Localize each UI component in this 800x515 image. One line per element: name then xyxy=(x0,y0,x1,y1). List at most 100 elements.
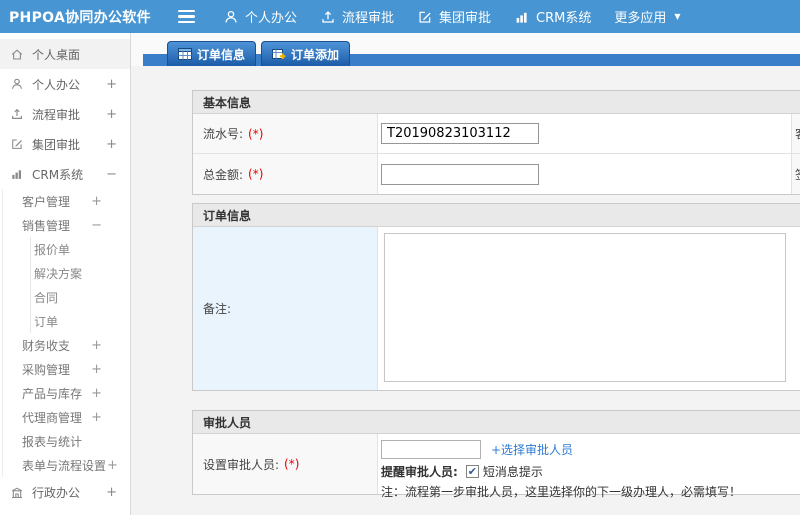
app-window: PHPOA协同办公软件 个人办公 流程审批 集团审批 CRM系统 更多应用 ▼ xyxy=(0,0,800,515)
form-content: 基本信息 流水号: (*) 客 总金额: xyxy=(131,66,800,515)
remark-textarea[interactable] xyxy=(384,233,786,382)
person-icon xyxy=(225,10,237,23)
nav-label: 个人办公 xyxy=(245,11,298,26)
serial-field-cell xyxy=(378,114,792,153)
nav-crm-system[interactable]: CRM系统 xyxy=(514,7,591,26)
sales-submenu: 报价单 解决方案 合同 订单 xyxy=(30,237,130,333)
chart-icon xyxy=(12,170,22,179)
sidebar-item-label: 报价单 xyxy=(34,242,71,257)
expand-marker: + xyxy=(91,361,102,377)
total-amount-field-cell xyxy=(378,154,792,194)
sidebar-item-label: 流程审批 xyxy=(32,107,81,122)
form-row-serial: 流水号: (*) 客 xyxy=(193,114,800,154)
expand-marker: + xyxy=(91,409,102,425)
field-label: 设置审批人员: xyxy=(203,457,280,472)
sidebar-item-label: CRM系统 xyxy=(32,167,84,182)
sidebar-item-workflow-approval[interactable]: 流程审批 + xyxy=(0,99,130,129)
sidebar-item-admin-office[interactable]: 行政办公 + xyxy=(0,477,130,507)
remark-label-cell: 备注: xyxy=(193,227,378,390)
sidebar-item-label: 表单与流程设置 xyxy=(22,458,107,473)
sidebar-item-label: 产品与库存 xyxy=(22,386,83,401)
expand-marker: + xyxy=(106,136,117,152)
section-approvers: 审批人员 设置审批人员: (*) +选择审批人员 提醒审批人员: ✔ 短消息提示… xyxy=(192,410,800,499)
approver-input[interactable] xyxy=(381,440,481,459)
sidebar-item-order[interactable]: 订单 xyxy=(31,309,130,333)
remind-approver-label: 提醒审批人员: xyxy=(381,465,458,479)
required-marker: (*) xyxy=(284,457,300,471)
sidebar-item-label: 个人办公 xyxy=(32,77,81,92)
expand-marker: + xyxy=(91,193,102,209)
sidebar-item-finance[interactable]: 财务收支 + xyxy=(3,333,130,357)
section-basic-info: 基本信息 流水号: (*) 客 总金额: xyxy=(192,90,800,195)
sidebar-item-label: 财务收支 xyxy=(22,338,71,353)
total-amount-label-cell: 总金额: (*) xyxy=(193,154,378,194)
nav-label: 流程审批 xyxy=(342,11,395,26)
sidebar-item-label: 客户管理 xyxy=(22,194,71,209)
hamburger-menu-icon[interactable] xyxy=(178,10,195,23)
sidebar-item-contract[interactable]: 合同 xyxy=(31,285,130,309)
sms-checkbox[interactable]: ✔ xyxy=(465,465,479,478)
sidebar: 个人桌面 个人办公 + 流程审批 + 集团审批 + CRM系统 − 客户管理 +… xyxy=(0,33,131,515)
edit-icon xyxy=(12,139,22,149)
nav-label: 集团审批 xyxy=(439,11,492,26)
sidebar-item-solution[interactable]: 解决方案 xyxy=(31,261,130,285)
chart-icon xyxy=(516,12,527,23)
topbar: PHPOA协同办公软件 个人办公 流程审批 集团审批 CRM系统 更多应用 ▼ xyxy=(0,0,800,33)
tab-order-info[interactable]: 订单信息 xyxy=(167,41,257,66)
tab-bar: 订单信息 订单添加 xyxy=(131,33,800,66)
sidebar-item-customer-management[interactable]: 客户管理 + xyxy=(3,189,130,213)
sidebar-item-sales-management[interactable]: 销售管理 − xyxy=(3,213,130,237)
serial-label-cell: 流水号: (*) xyxy=(193,114,378,153)
expand-marker: + xyxy=(106,106,117,122)
upload-icon xyxy=(322,10,334,23)
nav-group-approval[interactable]: 集团审批 xyxy=(417,7,491,26)
nav-workflow-approval[interactable]: 流程审批 xyxy=(320,7,394,26)
sidebar-item-agent-management[interactable]: 代理商管理 + xyxy=(3,405,130,429)
nav-label: CRM系统 xyxy=(536,11,592,26)
main-area: 订单信息 订单添加 基本信息 流水号: (*) T20190823103112 … xyxy=(131,33,800,515)
field-label: 备注: xyxy=(203,302,232,316)
section-title: 基本信息 xyxy=(193,91,800,114)
expand-marker: − xyxy=(91,217,102,233)
sidebar-item-label: 代理商管理 xyxy=(22,410,83,425)
choose-approver-link[interactable]: +选择审批人员 xyxy=(491,441,573,458)
nav-more-apps[interactable]: 更多应用 ▼ xyxy=(614,7,680,26)
sidebar-item-quotation[interactable]: 报价单 xyxy=(31,237,130,261)
app-logo: PHPOA协同办公软件 xyxy=(9,9,151,26)
building-icon xyxy=(11,487,23,499)
form-row-remark: 备注: xyxy=(193,227,800,390)
approver-label-cell: 设置审批人员: (*) xyxy=(193,434,378,494)
serial-number-input[interactable] xyxy=(381,123,539,144)
nav-label: 更多应用 xyxy=(614,11,667,26)
tab-order-add[interactable]: 订单添加 xyxy=(261,41,351,66)
sidebar-item-reports-statistics[interactable]: 报表与统计 xyxy=(3,429,130,453)
sidebar-item-label: 行政办公 xyxy=(32,485,81,500)
approver-note: 注：流程第一步审批人员，这里选择你的下一级办理人，必需填写！ xyxy=(381,485,742,499)
expand-marker: + xyxy=(91,385,102,401)
sidebar-item-crm-system[interactable]: CRM系统 − xyxy=(0,159,130,189)
sms-label: 短消息提示 xyxy=(482,465,543,479)
form-row-approver: 设置审批人员: (*) +选择审批人员 提醒审批人员: ✔ 短消息提示 注：流程… xyxy=(193,434,800,499)
sidebar-item-product-inventory[interactable]: 产品与库存 + xyxy=(3,381,130,405)
field-label: 总金额: xyxy=(203,167,244,182)
total-amount-input[interactable] xyxy=(381,163,539,185)
home-icon xyxy=(11,49,23,60)
tab-label: 订单添加 xyxy=(291,47,340,62)
edit-icon xyxy=(419,11,431,23)
section-order-info: 订单信息 备注: xyxy=(192,203,800,391)
section-title: 审批人员 xyxy=(193,411,800,434)
field-label: 流水号: xyxy=(203,127,244,141)
remark-field-cell xyxy=(378,227,800,390)
sidebar-item-form-workflow-settings[interactable]: 表单与流程设置 + xyxy=(3,453,130,477)
sidebar-item-label: 订单 xyxy=(34,314,59,329)
sidebar-item-group-approval[interactable]: 集团审批 + xyxy=(0,129,130,159)
sidebar-item-label: 解决方案 xyxy=(34,266,83,281)
clipped-right-label: 签 xyxy=(792,154,800,194)
caret-down-icon: ▼ xyxy=(674,12,681,21)
sidebar-item-purchase-management[interactable]: 采购管理 + xyxy=(3,357,130,381)
checkmark-icon: ✔ xyxy=(467,465,477,478)
nav-personal-office[interactable]: 个人办公 xyxy=(223,7,297,26)
section-title: 订单信息 xyxy=(193,204,800,227)
sidebar-item-personal-office[interactable]: 个人办公 + xyxy=(0,69,130,99)
sidebar-item-personal-desktop[interactable]: 个人桌面 xyxy=(0,39,130,69)
